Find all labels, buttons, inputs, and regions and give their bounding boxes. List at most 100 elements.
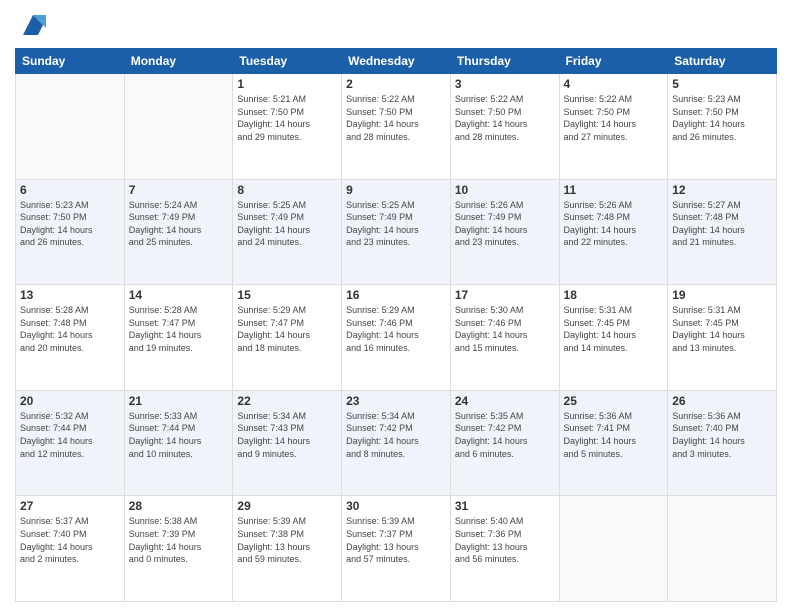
day-number: 7 xyxy=(129,183,229,197)
day-info: Sunrise: 5:38 AM Sunset: 7:39 PM Dayligh… xyxy=(129,515,229,565)
weekday-header-tuesday: Tuesday xyxy=(233,49,342,74)
day-info: Sunrise: 5:31 AM Sunset: 7:45 PM Dayligh… xyxy=(672,304,772,354)
day-info: Sunrise: 5:21 AM Sunset: 7:50 PM Dayligh… xyxy=(237,93,337,143)
calendar-cell: 13Sunrise: 5:28 AM Sunset: 7:48 PM Dayli… xyxy=(16,285,125,391)
week-row-4: 27 Sunrise: 5:37 AM Sunset: 7:40 PM Dayli… xyxy=(16,496,777,602)
calendar-cell: 30 Sunrise: 5:39 AM Sunset: 7:37 PM Dayli… xyxy=(342,496,451,602)
calendar-cell: 21Sunrise: 5:33 AM Sunset: 7:44 PM Dayli… xyxy=(124,390,233,496)
day-number: 11 xyxy=(564,183,664,197)
calendar-cell: 16 Sunrise: 5:29 AM Sunset: 7:46 PM Dayli… xyxy=(342,285,451,391)
day-info: Sunrise: 5:31 AM Sunset: 7:45 PM Dayligh… xyxy=(564,304,664,354)
day-info: Sunrise: 5:22 AM Sunset: 7:50 PM Dayligh… xyxy=(564,93,664,143)
weekday-header-saturday: Saturday xyxy=(668,49,777,74)
calendar-cell: 29 Sunrise: 5:39 AM Sunset: 7:38 PM Dayli… xyxy=(233,496,342,602)
day-info: Sunrise: 5:23 AM Sunset: 7:50 PM Dayligh… xyxy=(672,93,772,143)
calendar-cell: 7 Sunrise: 5:24 AM Sunset: 7:49 PM Daylig… xyxy=(124,179,233,285)
calendar-cell: 5 Sunrise: 5:23 AM Sunset: 7:50 PM Daylig… xyxy=(668,74,777,180)
day-info: Sunrise: 5:37 AM Sunset: 7:40 PM Dayligh… xyxy=(20,515,120,565)
calendar-cell: 20 Sunrise: 5:32 AM Sunset: 7:44 PM Dayli… xyxy=(16,390,125,496)
day-number: 17 xyxy=(455,288,555,302)
calendar-cell: 6 Sunrise: 5:23 AM Sunset: 7:50 PM Daylig… xyxy=(16,179,125,285)
header xyxy=(15,10,777,40)
day-number: 5 xyxy=(672,77,772,91)
weekday-header-thursday: Thursday xyxy=(450,49,559,74)
day-info: Sunrise: 5:23 AM Sunset: 7:50 PM Dayligh… xyxy=(20,199,120,249)
day-info: Sunrise: 5:34 AM Sunset: 7:42 PM Dayligh… xyxy=(346,410,446,460)
calendar-cell: 18Sunrise: 5:31 AM Sunset: 7:45 PM Dayli… xyxy=(559,285,668,391)
day-number: 31 xyxy=(455,499,555,513)
day-info: Sunrise: 5:40 AM Sunset: 7:36 PM Dayligh… xyxy=(455,515,555,565)
day-number: 29 xyxy=(237,499,337,513)
calendar-cell xyxy=(559,496,668,602)
calendar-cell: 2 Sunrise: 5:22 AM Sunset: 7:50 PM Daylig… xyxy=(342,74,451,180)
day-info: Sunrise: 5:27 AM Sunset: 7:48 PM Dayligh… xyxy=(672,199,772,249)
calendar-cell: 1 Sunrise: 5:21 AM Sunset: 7:50 PM Daylig… xyxy=(233,74,342,180)
calendar-cell xyxy=(668,496,777,602)
day-number: 9 xyxy=(346,183,446,197)
day-info: Sunrise: 5:29 AM Sunset: 7:47 PM Dayligh… xyxy=(237,304,337,354)
day-info: Sunrise: 5:39 AM Sunset: 7:37 PM Dayligh… xyxy=(346,515,446,565)
day-number: 20 xyxy=(20,394,120,408)
week-row-3: 20 Sunrise: 5:32 AM Sunset: 7:44 PM Dayli… xyxy=(16,390,777,496)
week-row-2: 13Sunrise: 5:28 AM Sunset: 7:48 PM Dayli… xyxy=(16,285,777,391)
calendar: SundayMondayTuesdayWednesdayThursdayFrid… xyxy=(15,48,777,602)
day-info: Sunrise: 5:39 AM Sunset: 7:38 PM Dayligh… xyxy=(237,515,337,565)
day-info: Sunrise: 5:30 AM Sunset: 7:46 PM Dayligh… xyxy=(455,304,555,354)
day-info: Sunrise: 5:24 AM Sunset: 7:49 PM Dayligh… xyxy=(129,199,229,249)
day-info: Sunrise: 5:36 AM Sunset: 7:40 PM Dayligh… xyxy=(672,410,772,460)
day-number: 6 xyxy=(20,183,120,197)
calendar-cell: 12 Sunrise: 5:27 AM Sunset: 7:48 PM Dayli… xyxy=(668,179,777,285)
day-info: Sunrise: 5:32 AM Sunset: 7:44 PM Dayligh… xyxy=(20,410,120,460)
calendar-cell: 28Sunrise: 5:38 AM Sunset: 7:39 PM Dayli… xyxy=(124,496,233,602)
calendar-cell: 10Sunrise: 5:26 AM Sunset: 7:49 PM Dayli… xyxy=(450,179,559,285)
day-info: Sunrise: 5:25 AM Sunset: 7:49 PM Dayligh… xyxy=(346,199,446,249)
calendar-cell: 27 Sunrise: 5:37 AM Sunset: 7:40 PM Dayli… xyxy=(16,496,125,602)
day-number: 27 xyxy=(20,499,120,513)
calendar-cell: 31 Sunrise: 5:40 AM Sunset: 7:36 PM Dayli… xyxy=(450,496,559,602)
day-number: 24 xyxy=(455,394,555,408)
day-info: Sunrise: 5:35 AM Sunset: 7:42 PM Dayligh… xyxy=(455,410,555,460)
day-number: 25 xyxy=(564,394,664,408)
logo-icon xyxy=(18,10,48,40)
day-number: 3 xyxy=(455,77,555,91)
calendar-cell: 14 Sunrise: 5:28 AM Sunset: 7:47 PM Dayli… xyxy=(124,285,233,391)
day-number: 23 xyxy=(346,394,446,408)
day-info: Sunrise: 5:22 AM Sunset: 7:50 PM Dayligh… xyxy=(346,93,446,143)
calendar-cell: 23 Sunrise: 5:34 AM Sunset: 7:42 PM Dayli… xyxy=(342,390,451,496)
calendar-cell: 3 Sunrise: 5:22 AM Sunset: 7:50 PM Daylig… xyxy=(450,74,559,180)
calendar-cell: 4 Sunrise: 5:22 AM Sunset: 7:50 PM Daylig… xyxy=(559,74,668,180)
calendar-cell xyxy=(124,74,233,180)
calendar-cell: 17 Sunrise: 5:30 AM Sunset: 7:46 PM Dayli… xyxy=(450,285,559,391)
day-number: 8 xyxy=(237,183,337,197)
calendar-cell: 11 Sunrise: 5:26 AM Sunset: 7:48 PM Dayli… xyxy=(559,179,668,285)
day-info: Sunrise: 5:28 AM Sunset: 7:47 PM Dayligh… xyxy=(129,304,229,354)
day-number: 30 xyxy=(346,499,446,513)
calendar-cell xyxy=(16,74,125,180)
weekday-header-friday: Friday xyxy=(559,49,668,74)
weekday-header-sunday: Sunday xyxy=(16,49,125,74)
day-info: Sunrise: 5:36 AM Sunset: 7:41 PM Dayligh… xyxy=(564,410,664,460)
calendar-cell: 8Sunrise: 5:25 AM Sunset: 7:49 PM Daylig… xyxy=(233,179,342,285)
day-number: 16 xyxy=(346,288,446,302)
day-info: Sunrise: 5:28 AM Sunset: 7:48 PM Dayligh… xyxy=(20,304,120,354)
day-number: 14 xyxy=(129,288,229,302)
calendar-cell: 25 Sunrise: 5:36 AM Sunset: 7:41 PM Dayli… xyxy=(559,390,668,496)
day-info: Sunrise: 5:22 AM Sunset: 7:50 PM Dayligh… xyxy=(455,93,555,143)
day-number: 19 xyxy=(672,288,772,302)
week-row-1: 6 Sunrise: 5:23 AM Sunset: 7:50 PM Daylig… xyxy=(16,179,777,285)
calendar-cell: 22Sunrise: 5:34 AM Sunset: 7:43 PM Dayli… xyxy=(233,390,342,496)
calendar-cell: 26Sunrise: 5:36 AM Sunset: 7:40 PM Dayli… xyxy=(668,390,777,496)
calendar-cell: 24 Sunrise: 5:35 AM Sunset: 7:42 PM Dayli… xyxy=(450,390,559,496)
day-info: Sunrise: 5:34 AM Sunset: 7:43 PM Dayligh… xyxy=(237,410,337,460)
calendar-cell: 9 Sunrise: 5:25 AM Sunset: 7:49 PM Daylig… xyxy=(342,179,451,285)
day-number: 1 xyxy=(237,77,337,91)
day-number: 4 xyxy=(564,77,664,91)
day-info: Sunrise: 5:26 AM Sunset: 7:48 PM Dayligh… xyxy=(564,199,664,249)
week-row-0: 1 Sunrise: 5:21 AM Sunset: 7:50 PM Daylig… xyxy=(16,74,777,180)
day-info: Sunrise: 5:29 AM Sunset: 7:46 PM Dayligh… xyxy=(346,304,446,354)
day-info: Sunrise: 5:33 AM Sunset: 7:44 PM Dayligh… xyxy=(129,410,229,460)
day-number: 2 xyxy=(346,77,446,91)
day-info: Sunrise: 5:26 AM Sunset: 7:49 PM Dayligh… xyxy=(455,199,555,249)
weekday-header-row: SundayMondayTuesdayWednesdayThursdayFrid… xyxy=(16,49,777,74)
day-number: 12 xyxy=(672,183,772,197)
